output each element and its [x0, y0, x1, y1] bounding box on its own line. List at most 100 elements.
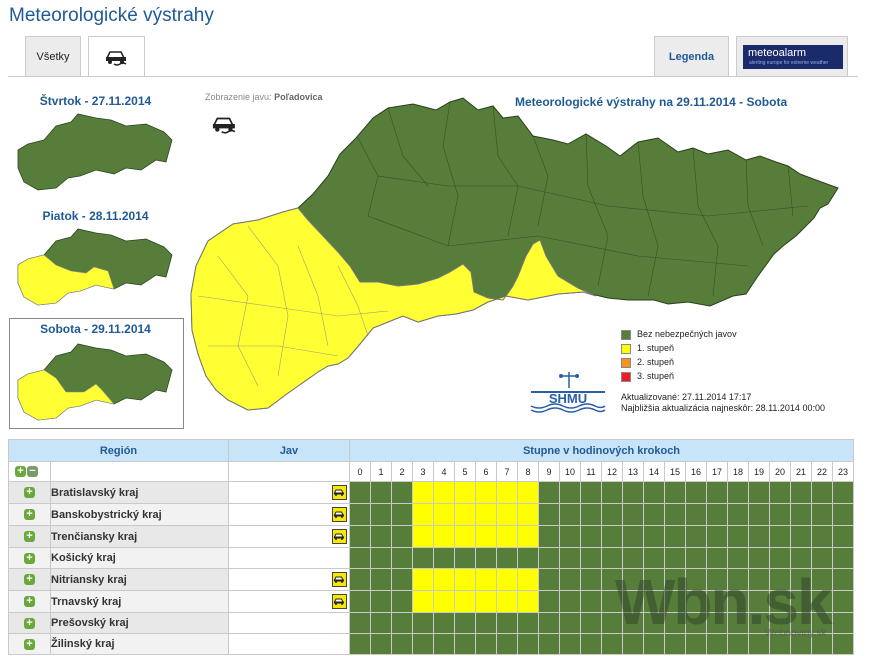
hour-level-cell — [559, 481, 581, 504]
hour-level-cell — [622, 503, 644, 526]
region-name[interactable]: Trenčiansky kraj — [50, 525, 229, 548]
hour-level-cell — [580, 525, 602, 548]
hour-level-cell — [349, 481, 371, 504]
hour-header: 19 — [748, 461, 770, 482]
icy-road-warning-icon[interactable] — [332, 572, 347, 587]
icy-road-warning-icon[interactable] — [332, 529, 347, 544]
hour-level-cell — [454, 590, 476, 613]
watermark-sub: Webnoviny.sk — [765, 628, 827, 639]
icy-road-warning-icon[interactable] — [332, 594, 347, 609]
day-map-saturday[interactable] — [16, 340, 176, 422]
icy-road-warning-icon[interactable] — [332, 507, 347, 522]
hour-level-cell — [496, 568, 518, 591]
hour-level-cell — [412, 568, 434, 591]
expand-region-icon[interactable]: + — [24, 596, 35, 608]
expand-all-icon[interactable]: + — [15, 466, 26, 478]
hour-level-cell — [664, 481, 686, 504]
hour-level-cell — [832, 633, 854, 655]
day-map-thursday[interactable] — [16, 110, 176, 192]
tab-phenomenon-icy-road[interactable] — [88, 36, 145, 77]
legend-label-none: Bez nebezpečných javov — [637, 329, 737, 339]
expand-region-cell: + — [8, 481, 51, 504]
hour-level-cell — [664, 503, 686, 526]
hour-level-cell — [580, 633, 602, 655]
hour-level-cell — [370, 590, 392, 613]
expand-region-cell: + — [8, 612, 51, 634]
expand-region-icon[interactable]: + — [24, 487, 35, 499]
hour-header: 17 — [706, 461, 728, 482]
collapse-all-icon[interactable]: − — [27, 466, 38, 478]
tab-divider — [8, 76, 858, 77]
hour-level-cell — [706, 481, 728, 504]
expand-region-cell: + — [8, 633, 51, 655]
expand-region-icon[interactable]: + — [24, 531, 35, 543]
hour-header: 18 — [727, 461, 749, 482]
hour-level-cell — [496, 503, 518, 526]
region-row[interactable]: + Banskobystrický kraj — [8, 503, 854, 526]
region-name[interactable]: Košický kraj — [50, 547, 229, 569]
updated-timestamp: Aktualizované: 27.11.2014 17:17 — [621, 392, 752, 402]
hour-level-cell — [727, 503, 749, 526]
hour-level-cell — [433, 525, 455, 548]
hour-level-cell — [559, 590, 581, 613]
expand-region-icon[interactable]: + — [24, 617, 35, 629]
hour-level-cell — [391, 590, 413, 613]
expand-region-icon[interactable]: + — [24, 574, 35, 586]
hour-level-cell — [685, 481, 707, 504]
slovakia-warning-map[interactable] — [188, 96, 843, 418]
steps-header: Stupne v hodinových krokoch — [349, 439, 854, 462]
hour-level-cell — [433, 503, 455, 526]
hour-level-cell — [790, 503, 812, 526]
hour-level-cell — [769, 525, 791, 548]
hour-level-cell — [517, 525, 539, 548]
hour-header: 0 — [349, 461, 371, 482]
region-name[interactable]: Prešovský kraj — [50, 612, 229, 634]
hour-level-cell — [643, 481, 665, 504]
region-name[interactable]: Bratislavský kraj — [50, 481, 229, 504]
expand-region-icon[interactable]: + — [24, 509, 35, 521]
hour-level-cell — [832, 481, 854, 504]
tab-all[interactable]: Všetky — [25, 36, 81, 76]
hour-level-cell — [517, 612, 539, 634]
phenomenon-cell — [228, 633, 350, 655]
hour-level-cell — [580, 568, 602, 591]
shmu-logo: SHMÚ — [530, 372, 606, 413]
hour-level-cell — [538, 481, 560, 504]
day-title-thursday[interactable]: Štvrtok - 27.11.2014 — [8, 94, 183, 108]
hour-level-cell — [433, 568, 455, 591]
tab-legend[interactable]: Legenda — [654, 36, 729, 76]
expand-region-icon[interactable]: + — [24, 638, 35, 650]
region-name[interactable]: Banskobystrický kraj — [50, 503, 229, 526]
region-name[interactable]: Trnavský kraj — [50, 590, 229, 613]
meteoalarm-link[interactable]: meteoalarm alerting europe for extreme w… — [736, 36, 848, 76]
icy-road-warning-icon[interactable] — [332, 485, 347, 500]
hour-header: 1 — [370, 461, 392, 482]
hour-level-cell — [790, 525, 812, 548]
hour-header: 16 — [685, 461, 707, 482]
hour-level-cell — [559, 503, 581, 526]
expand-region-icon[interactable]: + — [24, 552, 35, 564]
hour-level-cell — [538, 525, 560, 548]
hour-level-cell — [811, 481, 833, 504]
legend-swatch-level-3 — [621, 372, 631, 382]
phenomenon-cell — [228, 547, 350, 569]
hour-level-cell — [622, 481, 644, 504]
region-name[interactable]: Žilinský kraj — [50, 633, 229, 655]
page-title: Meteorologické výstrahy — [9, 5, 214, 26]
hour-level-cell — [580, 547, 602, 569]
hour-level-cell — [664, 525, 686, 548]
hour-level-cell — [349, 503, 371, 526]
hour-level-cell — [412, 547, 434, 569]
hour-header: 7 — [496, 461, 518, 482]
day-map-friday[interactable] — [16, 225, 176, 307]
region-row[interactable]: + Bratislavský kraj — [8, 481, 854, 504]
region-row[interactable]: + Trenčiansky kraj — [8, 525, 854, 548]
hour-level-cell — [811, 525, 833, 548]
hour-level-cell — [559, 633, 581, 655]
phenomenon-cell — [228, 568, 350, 591]
day-title-friday[interactable]: Piatok - 28.11.2014 — [8, 209, 183, 223]
region-name[interactable]: Nitriansky kraj — [50, 568, 229, 591]
day-title-saturday[interactable]: Sobota - 29.11.2014 — [8, 322, 183, 336]
expand-region-cell: + — [8, 568, 51, 591]
hour-level-cell — [559, 547, 581, 569]
